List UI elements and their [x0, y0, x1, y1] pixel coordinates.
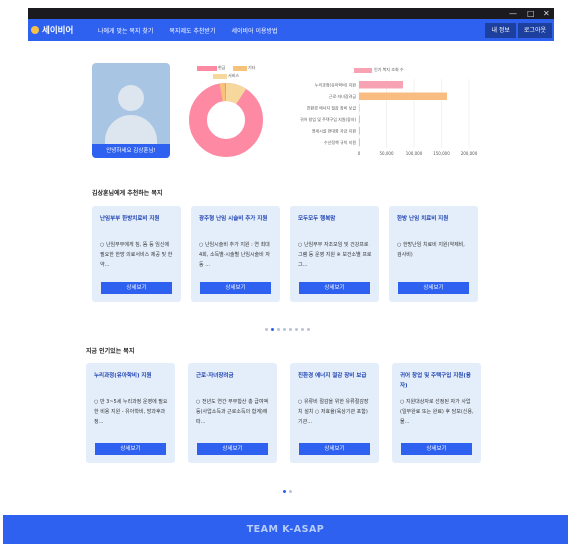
carousel-dot[interactable] — [307, 328, 310, 331]
footer-banner: TEAM K-ASAP — [3, 515, 568, 544]
popular-section-title: 지금 인기있는 복지 — [86, 348, 135, 355]
avatar-head-icon — [118, 85, 144, 111]
y-category-label: 영세시설 현대화 자금 지원 — [312, 127, 357, 133]
detail-button[interactable]: 상세보기 — [200, 282, 271, 294]
donut-legend-swatch-service — [213, 74, 227, 79]
y-category-label: 친환경 에너지 절감 장비 보급 — [307, 104, 357, 110]
carousel-dot[interactable] — [271, 328, 274, 331]
carousel-dot[interactable] — [283, 328, 286, 331]
nav-link-how-to-use[interactable]: 세이비어 이용방법 — [231, 26, 277, 35]
x-tick-label: 150,000 — [433, 151, 450, 156]
x-tick-label: 100,000 — [406, 151, 423, 156]
profile-card: 안녕하세요 김상훈님! — [92, 63, 170, 158]
detail-button[interactable]: 상세보기 — [197, 443, 268, 455]
bar-legend-label: 인기 복지 조회 수 — [374, 67, 404, 72]
popular-card-title: 누리과정(유아학비) 지원 — [94, 373, 152, 379]
nav-link-find-welfare[interactable]: 나에게 맞는 복지 찾기 — [98, 26, 153, 35]
bar — [359, 92, 447, 100]
x-tick-label: 200,000 — [461, 151, 478, 156]
window-titlebar: — □ ✕ — [28, 8, 554, 19]
logo-icon — [31, 26, 39, 34]
recommend-card: 한방 난임 치료비 지원 ○ 한방난임 치료비 지원(약제비, 검사비) 상세보… — [389, 206, 478, 302]
recommend-card-desc: ○ 한방난임 치료비 지원(약제비, 검사비) — [397, 242, 465, 258]
y-category-label: 누리과정(유아학비) 지원 — [315, 81, 357, 87]
y-category-label: 근로·자녀장려금 — [329, 93, 356, 99]
donut-legend-swatch-cash — [197, 66, 217, 71]
y-category-label: 수산정책 규칙 지원 — [324, 139, 356, 145]
logout-button[interactable]: 로그아웃 — [517, 22, 552, 38]
popular-card-title: 귀어 창업 및 주택구입 지원(융자) — [400, 373, 471, 389]
detail-button[interactable]: 상세보기 — [299, 443, 370, 455]
popular-card-desc: ○ 유류비 절감을 위한 유류절감장치 설치 ○ 저효율(육상기관 포함)기관.… — [298, 399, 369, 425]
bar — [359, 81, 403, 89]
maximize-button[interactable]: □ — [527, 8, 535, 19]
recommend-card-title: 광주형 난임 시술비 추가 지원 — [199, 216, 268, 222]
detail-button[interactable]: 상세보기 — [95, 443, 166, 455]
popular-card: 귀어 창업 및 주택구입 지원(융자) ○ 지원대상자로 선정된 자가 사업(일… — [392, 363, 481, 463]
bar — [359, 104, 360, 112]
donut-legend-label-etc: 기타 — [248, 65, 256, 70]
donut-legend-label-cash: 현금 — [218, 65, 226, 70]
minimize-button[interactable]: — — [509, 8, 517, 19]
recommend-card-desc: ○ 난임부부에게 침, 뜸 등 임신에 필요한 한방 의료서비스 제공 및 한약… — [100, 242, 173, 268]
recommend-card-desc: ○ 난임부부 자조모임 및 건강프로그램 등 운영 지원 ※ 보건소별 프로그.… — [298, 242, 372, 268]
popular-card-desc: ○ 전년도 연간 부부합산 총 급여액 등(사업소득과 근로소득의 합계)에 따… — [196, 399, 269, 425]
profile-greeting-button[interactable]: 안녕하세요 김상훈님! — [92, 144, 170, 158]
app-window: — □ ✕ 세이비어 나에게 맞는 복지 찾기 복지제도 추천받기 세이비어 이… — [0, 0, 571, 548]
popular-card-desc: ○ 만 3~5세 누리과정 운영에 필요한 비용 지원 - 유아학비, 방과후과… — [94, 399, 168, 425]
benefit-type-donut-chart — [189, 83, 263, 157]
carousel-dot[interactable] — [295, 328, 298, 331]
popular-card: 근로·자녀장려금 ○ 전년도 연간 부부합산 총 급여액 등(사업소득과 근로소… — [188, 363, 277, 463]
bar — [359, 127, 360, 135]
detail-button[interactable]: 상세보기 — [101, 282, 172, 294]
recommend-card-desc: ○ 난임시술비 추가 지원 : 연 최대 4회, 소득별·시술별 난임시술비 자… — [199, 242, 270, 268]
close-button[interactable]: ✕ — [543, 8, 550, 19]
y-category-label: 귀어 창업 및 주택구입 지원(융자) — [300, 116, 356, 122]
logo[interactable]: 세이비어 — [31, 24, 93, 36]
recommend-card-title: 난임부부 한방치료비 지원 — [100, 216, 160, 222]
popular-card-title: 친환경 에너지 절감 장비 보급 — [298, 373, 367, 379]
popular-card-desc: ○ 지원대상자로 선정된 자가 사업(일부완료 또는 완료) 후 담보(신용, … — [400, 399, 474, 425]
detail-button[interactable]: 상세보기 — [398, 282, 469, 294]
carousel-dot[interactable] — [277, 328, 280, 331]
recommend-card: 난임부부 한방치료비 지원 ○ 난임부부에게 침, 뜸 등 임신에 필요한 한방… — [92, 206, 181, 302]
carousel-dot[interactable] — [301, 328, 304, 331]
donut-legend-swatch-etc — [233, 66, 247, 71]
x-tick-label: 0 — [358, 151, 361, 156]
carousel-dot[interactable] — [289, 328, 292, 331]
carousel-dot[interactable] — [289, 490, 292, 493]
logo-text: 세이비어 — [42, 26, 74, 36]
detail-button[interactable]: 상세보기 — [401, 443, 472, 455]
recommend-card: 광주형 난임 시술비 추가 지원 ○ 난임시술비 추가 지원 : 연 최대 4회… — [191, 206, 280, 302]
popular-card: 누리과정(유아학비) 지원 ○ 만 3~5세 누리과정 운영에 필요한 비용 지… — [86, 363, 175, 463]
recommend-card: 모두모두 행복맘 ○ 난임부부 자조모임 및 건강프로그램 등 운영 지원 ※ … — [290, 206, 379, 302]
donut-legend-label-service: 서비스 — [228, 73, 240, 78]
carousel-dot[interactable] — [283, 490, 286, 493]
popular-welfare-bar-chart: 0 50,000 100,000 150,000 200,000 누리과정(유아학비) 지… — [300, 79, 478, 156]
popular-card-title: 근로·자녀장려금 — [196, 373, 234, 379]
recommend-card-title: 모두모두 행복맘 — [298, 216, 336, 222]
my-info-button[interactable]: 내 정보 — [485, 22, 516, 38]
x-tick-label: 50,000 — [380, 151, 394, 156]
detail-button[interactable]: 상세보기 — [299, 282, 370, 294]
recommend-section-title: 김상훈님에게 추천하는 복지 — [92, 190, 163, 197]
popular-card: 친환경 에너지 절감 장비 보급 ○ 유류비 절감을 위한 유류절감장치 설치 … — [290, 363, 379, 463]
bar — [359, 138, 360, 146]
nav-link-recommend[interactable]: 복지제도 추천받기 — [169, 26, 215, 35]
bar-legend-swatch — [354, 68, 372, 73]
carousel-dot[interactable] — [265, 328, 268, 331]
recommend-card-title: 한방 난임 치료비 지원 — [397, 216, 449, 222]
bar — [359, 115, 360, 123]
top-navbar: 세이비어 나에게 맞는 복지 찾기 복지제도 추천받기 세이비어 이용방법 내 … — [28, 19, 554, 41]
donut-segment-cash — [189, 83, 263, 157]
